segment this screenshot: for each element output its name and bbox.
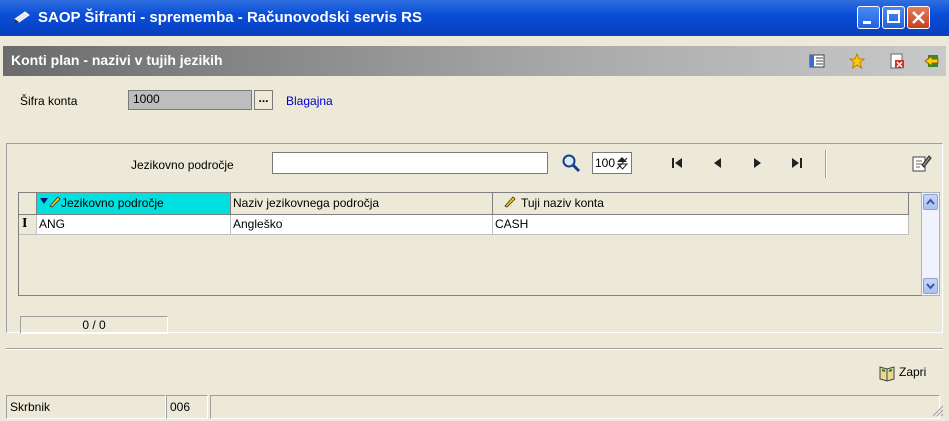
account-name-link[interactable]: Blagajna xyxy=(286,94,333,108)
close-button-label: Zapri xyxy=(899,365,927,379)
account-lookup-button[interactable]: ... xyxy=(254,90,273,110)
column-header-foreign-name[interactable]: Tuji naziv konta xyxy=(493,193,909,215)
cell-foreign-name[interactable]: CASH xyxy=(493,215,909,235)
grid-vertical-scrollbar[interactable] xyxy=(921,192,940,296)
account-code-label: Šifra konta xyxy=(20,94,78,108)
row-indicator-header xyxy=(19,193,37,215)
window-title-bar[interactable]: SAOP Šifranti - sprememba - Računovodski… xyxy=(0,0,949,36)
status-code: 006 xyxy=(166,395,208,419)
edit-icon[interactable] xyxy=(910,153,932,173)
scroll-down-button[interactable] xyxy=(923,278,938,294)
columns-icon[interactable] xyxy=(809,53,825,69)
search-icon[interactable] xyxy=(560,153,582,173)
form-title: Konti plan - nazivi v tujih jezikih xyxy=(11,52,223,68)
window-title: SAOP Šifranti - sprememba - Računovodski… xyxy=(38,9,423,26)
close-button[interactable]: Zapri xyxy=(876,362,938,384)
book-icon xyxy=(879,366,895,382)
pen-icon xyxy=(14,11,30,23)
account-code-input[interactable]: 1000 xyxy=(128,90,252,110)
record-counter: 0 / 0 xyxy=(20,316,168,334)
language-filter-label: Jezikovno področje xyxy=(131,158,234,172)
status-message xyxy=(210,395,940,419)
status-bar: Skrbnik 006 xyxy=(0,395,949,421)
maximize-button[interactable] xyxy=(882,6,905,29)
prev-icon[interactable] xyxy=(706,152,728,174)
next-icon[interactable] xyxy=(746,152,768,174)
column-header-label: Jezikovno področje xyxy=(61,196,164,210)
first-icon[interactable] xyxy=(666,152,688,174)
cell-language-area[interactable]: ANG xyxy=(37,215,231,235)
language-filter-input[interactable] xyxy=(272,152,548,174)
status-user: Skrbnik xyxy=(6,395,166,419)
pen-icon xyxy=(504,196,516,208)
row-indicator: I xyxy=(19,215,37,235)
divider xyxy=(6,348,943,350)
form-header: Konti plan - nazivi v tujih jezikih xyxy=(3,46,946,76)
scroll-up-button[interactable] xyxy=(923,194,938,210)
toolbar-separator xyxy=(825,150,827,178)
resize-grip-icon[interactable] xyxy=(930,403,944,417)
sort-pen-icon xyxy=(40,196,61,208)
cell-language-name[interactable]: Angleško xyxy=(231,215,493,235)
minimize-button[interactable] xyxy=(857,6,880,29)
column-header-language-area[interactable]: Jezikovno področje xyxy=(37,193,231,215)
last-icon[interactable] xyxy=(786,152,808,174)
record-limit-value: 100 xyxy=(595,156,616,170)
exit-icon[interactable] xyxy=(925,53,941,69)
column-header-label: Tuji naziv konta xyxy=(521,196,604,210)
column-header-language-name[interactable]: Naziv jezikovnega področja xyxy=(231,193,493,215)
spin-icon[interactable] xyxy=(615,155,630,171)
delete-icon[interactable] xyxy=(889,53,905,69)
column-header-label: Naziv jezikovnega področja xyxy=(233,196,380,210)
record-limit-input[interactable]: 100 xyxy=(592,152,632,174)
star-icon[interactable] xyxy=(849,53,865,69)
close-window-button[interactable] xyxy=(907,6,930,29)
translations-grid[interactable]: Jezikovno področje Naziv jezikovnega pod… xyxy=(18,192,922,296)
